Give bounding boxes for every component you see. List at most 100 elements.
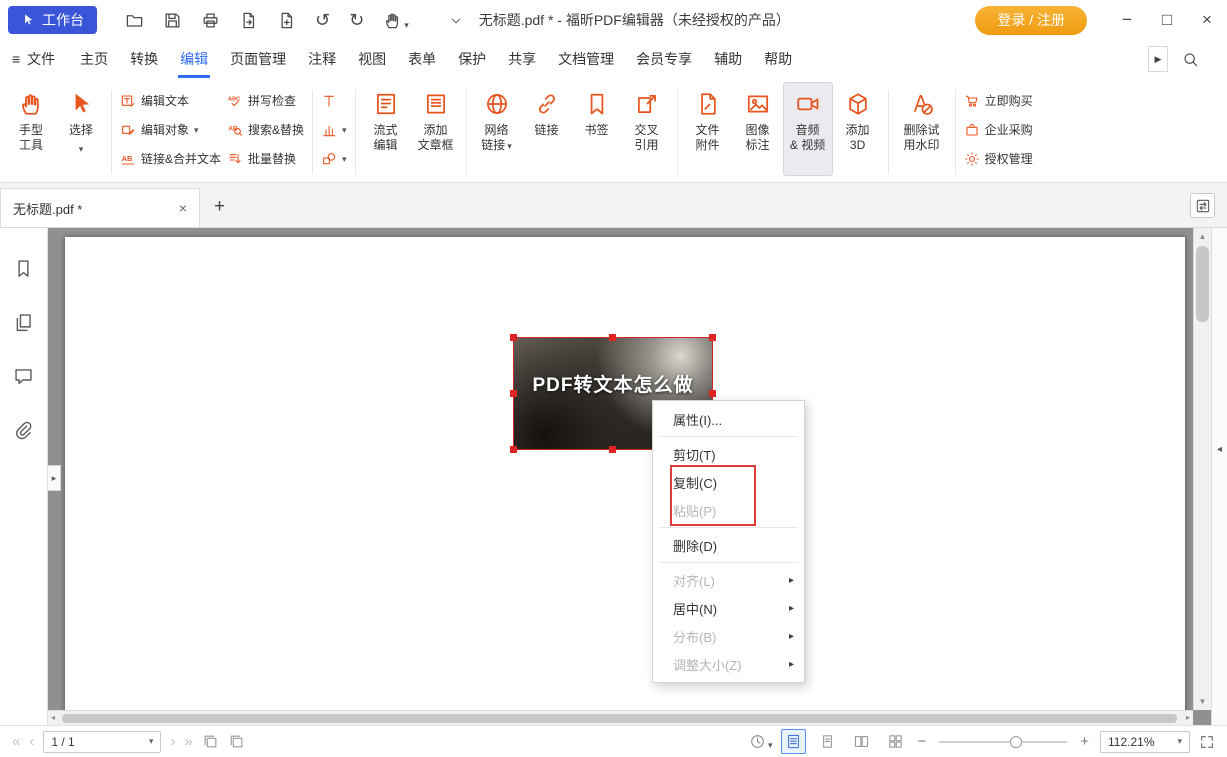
resize-handle-s[interactable] — [609, 446, 616, 453]
resize-handle-ne[interactable] — [709, 334, 716, 341]
resize-handle-sw[interactable] — [510, 446, 517, 453]
audio-video-button[interactable]: 音频 & 视频 — [783, 82, 833, 176]
reading-layout-button[interactable] — [781, 729, 806, 754]
facing-pages-view-button[interactable] — [849, 729, 874, 754]
new-tab-button[interactable]: + — [214, 196, 225, 218]
web-link-button[interactable]: 网络 链接 ▾ — [472, 82, 522, 176]
search-button[interactable] — [1182, 51, 1199, 68]
menu-tab-member[interactable]: 会员专享 — [625, 40, 703, 78]
bookmark-button[interactable]: 书签 — [572, 82, 622, 176]
left-panel-expand-handle[interactable]: ▸ — [48, 465, 61, 491]
context-item-cut[interactable]: 剪切(T) — [653, 440, 804, 468]
print-button[interactable] — [201, 10, 220, 30]
export-pdf-button[interactable] — [239, 10, 258, 30]
remove-trial-watermark-button[interactable]: 删除试 用水印 — [894, 82, 950, 176]
scroll-up-button[interactable]: ▲ — [1194, 232, 1211, 241]
single-page-view-button[interactable] — [815, 729, 840, 754]
pdf-page[interactable]: PDF转文本怎么做 — [65, 237, 1185, 710]
horizontal-scroll-thumb[interactable] — [62, 714, 1177, 723]
zoom-slider-knob[interactable] — [1010, 736, 1022, 748]
enterprise-purchase-button[interactable]: 企业采购 — [961, 117, 1036, 142]
prev-page-button[interactable]: ‹ — [29, 733, 34, 750]
menu-tab-comment[interactable]: 注释 — [297, 40, 347, 78]
shape-tool-button[interactable]: ▾ — [318, 146, 350, 171]
menu-tab-page-manage[interactable]: 页面管理 — [219, 40, 297, 78]
batch-replace-button[interactable]: 批量替换 — [224, 146, 307, 171]
image-annotation-button[interactable]: 图像 标注 — [733, 82, 783, 176]
horizontal-scrollbar[interactable]: ◂ ▸ — [48, 710, 1193, 725]
open-file-button[interactable] — [125, 10, 144, 30]
minimize-button[interactable]: − — [1107, 0, 1147, 40]
vertical-scrollbar[interactable]: ▲ ▼ — [1193, 228, 1211, 710]
edit-object-button[interactable]: 编辑对象 ▾ — [117, 117, 224, 142]
zoom-slider[interactable] — [939, 741, 1067, 743]
save-button[interactable] — [163, 10, 182, 30]
context-item-properties[interactable]: 属性(I)... — [653, 405, 804, 433]
zoom-out-button[interactable]: − — [917, 733, 926, 750]
menu-tab-convert[interactable]: 转换 — [119, 40, 169, 78]
fullscreen-button[interactable] — [1199, 733, 1215, 749]
buy-now-button[interactable]: 立即购买 — [961, 88, 1036, 113]
maximize-button[interactable]: □ — [1147, 0, 1187, 40]
menu-tab-edit[interactable]: 编辑 — [169, 40, 219, 78]
edit-text-button[interactable]: 编辑文本 — [117, 88, 224, 113]
document-tab[interactable]: 无标题.pdf * × — [0, 188, 200, 227]
text-tool-button[interactable] — [318, 88, 350, 113]
menu-tab-doc-manage[interactable]: 文档管理 — [547, 40, 625, 78]
cross-reference-button[interactable]: 交叉 引用 — [622, 82, 672, 176]
comments-panel-button[interactable] — [13, 366, 34, 387]
grid-view-button[interactable] — [883, 729, 908, 754]
auto-scroll-button[interactable]: ▾ — [749, 733, 773, 750]
last-page-button[interactable]: » — [184, 733, 192, 750]
first-page-button[interactable]: « — [12, 733, 20, 750]
page-number-combo[interactable]: 1 / 1 ▾ — [43, 731, 161, 753]
quick-toolbar-collapse-button[interactable] — [449, 12, 463, 27]
select-tool-button[interactable]: 选择 ▾ — [56, 82, 106, 176]
menu-tab-help[interactable]: 帮助 — [753, 40, 803, 78]
scroll-right-button[interactable]: ▸ — [1186, 713, 1190, 722]
clipboard-button[interactable] — [228, 733, 245, 750]
menu-more-button[interactable]: ▶ — [1148, 46, 1168, 72]
flow-edit-button[interactable]: 流式 编辑 — [361, 82, 411, 176]
undo-button[interactable]: ↺ — [315, 11, 330, 30]
resize-handle-n[interactable] — [609, 334, 616, 341]
menu-tab-form[interactable]: 表单 — [397, 40, 447, 78]
workbench-button[interactable]: 工作台 — [8, 6, 97, 34]
menu-tab-share[interactable]: 共享 — [497, 40, 547, 78]
tab-arrange-button[interactable] — [1190, 193, 1215, 218]
close-button[interactable]: × — [1187, 0, 1227, 40]
resize-handle-nw[interactable] — [510, 334, 517, 341]
bookmark-panel-button[interactable] — [13, 258, 34, 279]
menu-tab-view[interactable]: 视图 — [347, 40, 397, 78]
add-article-box-button[interactable]: 添加 文章框 — [411, 82, 461, 176]
right-panel-expand-handle[interactable]: ◂ — [1212, 444, 1227, 455]
vertical-scroll-thumb[interactable] — [1196, 246, 1209, 322]
license-manage-button[interactable]: 授权管理 — [961, 146, 1036, 171]
create-pdf-button[interactable] — [277, 10, 296, 30]
chart-tool-button[interactable]: ▾ — [318, 117, 350, 142]
menu-tab-accessibility[interactable]: 辅助 — [703, 40, 753, 78]
context-item-delete[interactable]: 删除(D) — [653, 531, 804, 559]
spell-check-button[interactable]: 拼写检查 — [224, 88, 307, 113]
attachments-panel-button[interactable] — [13, 420, 34, 441]
hand-quick-button[interactable]: ▾ — [383, 11, 409, 30]
add-3d-button[interactable]: 添加 3D — [833, 82, 883, 176]
file-attachment-button[interactable]: 文件 附件 — [683, 82, 733, 176]
search-replace-button[interactable]: 搜索&替换 — [224, 117, 307, 142]
menu-tab-home[interactable]: 主页 — [69, 40, 119, 78]
file-menu-button[interactable]: ≡ 文件 — [12, 49, 55, 69]
zoom-in-button[interactable]: + — [1080, 733, 1089, 750]
context-item-center[interactable]: 居中(N) ▸ — [653, 594, 804, 622]
document-viewport[interactable]: PDF转文本怎么做 — [48, 228, 1193, 710]
snapshot-button[interactable] — [202, 733, 219, 750]
link-merge-text-button[interactable]: 链接&合并文本 — [117, 146, 224, 171]
login-register-button[interactable]: 登录 / 注册 — [975, 6, 1087, 35]
context-item-copy[interactable]: 复制(C) — [653, 468, 804, 496]
tab-close-button[interactable]: × — [179, 200, 187, 216]
scroll-down-button[interactable]: ▼ — [1194, 697, 1211, 706]
redo-button[interactable]: ↻ — [349, 11, 364, 30]
scroll-left-button[interactable]: ◂ — [51, 713, 55, 722]
hand-tool-button[interactable]: 手型 工具 — [6, 82, 56, 176]
next-page-button[interactable]: › — [170, 733, 175, 750]
pages-panel-button[interactable] — [13, 312, 34, 333]
